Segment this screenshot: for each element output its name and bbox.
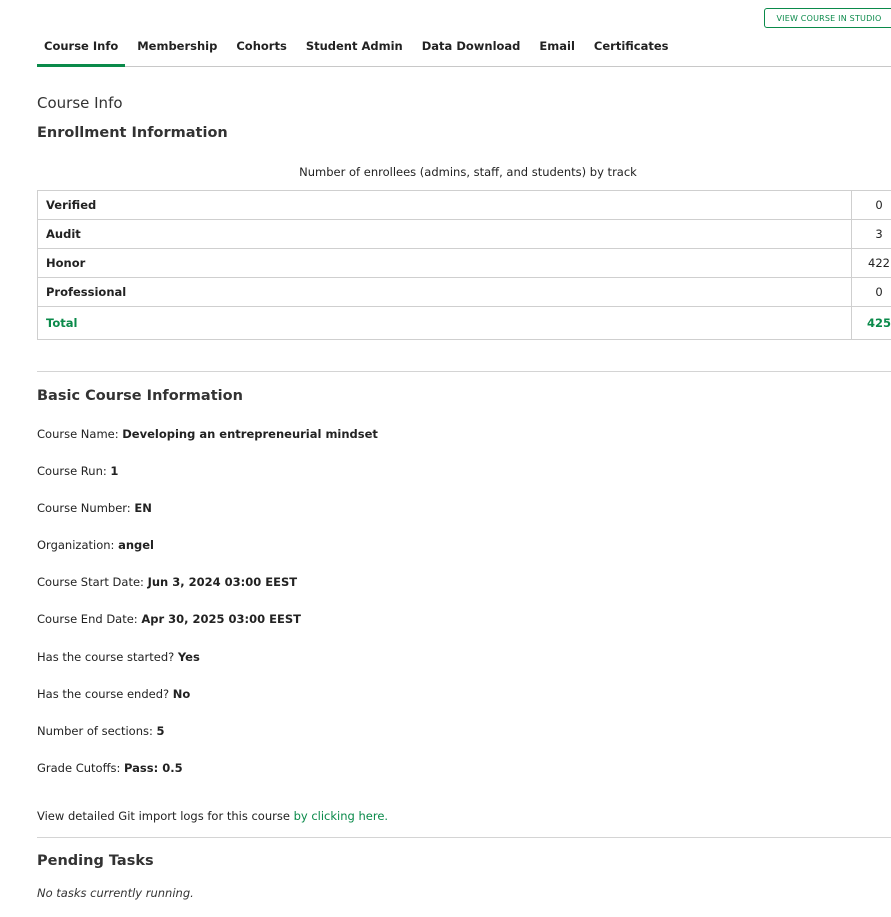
course-name-line: Course Name: Developing an entrepreneuri…	[37, 427, 378, 441]
tab-cohorts[interactable]: Cohorts	[236, 32, 286, 59]
table-row: Professional 0	[37, 277, 891, 307]
track-label: Professional	[37, 277, 852, 307]
table-row: Verified 0	[37, 190, 891, 220]
basic-info-heading: Basic Course Information	[37, 388, 243, 404]
grade-cutoffs-line: Grade Cutoffs: Pass: 0.5	[37, 761, 183, 775]
total-count: 425	[851, 306, 891, 340]
page-title: Course Info	[37, 94, 123, 112]
enrollment-table: Verified 0 Audit 3 Honor 422 Professiona…	[37, 190, 891, 340]
tab-membership[interactable]: Membership	[137, 32, 217, 59]
track-count: 3	[851, 219, 891, 249]
course-number-line: Course Number: EN	[37, 501, 152, 515]
track-count: 0	[851, 190, 891, 220]
pending-tasks-heading: Pending Tasks	[37, 853, 154, 869]
ended-line: Has the course ended? No	[37, 687, 191, 701]
started-line: Has the course started? Yes	[37, 650, 200, 664]
tab-certificates[interactable]: Certificates	[594, 32, 669, 59]
pending-tasks-message: No tasks currently running.	[37, 886, 194, 900]
start-date-line: Course Start Date: Jun 3, 2024 03:00 EES…	[37, 575, 298, 589]
git-logs-line: View detailed Git import logs for this c…	[37, 809, 389, 823]
track-label: Honor	[37, 248, 852, 278]
course-run-line: Course Run: 1	[37, 464, 119, 478]
enrollment-heading: Enrollment Information	[37, 125, 228, 141]
end-date-line: Course End Date: Apr 30, 2025 03:00 EEST	[37, 612, 301, 626]
total-label: Total	[37, 306, 852, 340]
enrollment-caption: Number of enrollees (admins, staff, and …	[299, 165, 637, 179]
git-logs-link[interactable]: by clicking here.	[294, 809, 388, 823]
track-count: 422	[851, 248, 891, 278]
view-in-studio-button[interactable]: VIEW COURSE IN STUDIO	[764, 8, 891, 28]
table-row: Audit 3	[37, 219, 891, 249]
track-label: Verified	[37, 190, 852, 220]
track-count: 0	[851, 277, 891, 307]
section-divider	[37, 371, 891, 372]
tab-email[interactable]: Email	[539, 32, 574, 59]
tab-student-admin[interactable]: Student Admin	[306, 32, 403, 59]
instructor-tabs: Course Info Membership Cohorts Student A…	[37, 32, 891, 67]
section-divider	[37, 837, 891, 838]
organization-line: Organization: angel	[37, 538, 154, 552]
track-label: Audit	[37, 219, 852, 249]
sections-line: Number of sections: 5	[37, 724, 165, 738]
total-row: Total 425	[37, 306, 891, 340]
tab-data-download[interactable]: Data Download	[422, 32, 521, 59]
table-row: Honor 422	[37, 248, 891, 278]
tab-course-info[interactable]: Course Info	[37, 32, 126, 67]
